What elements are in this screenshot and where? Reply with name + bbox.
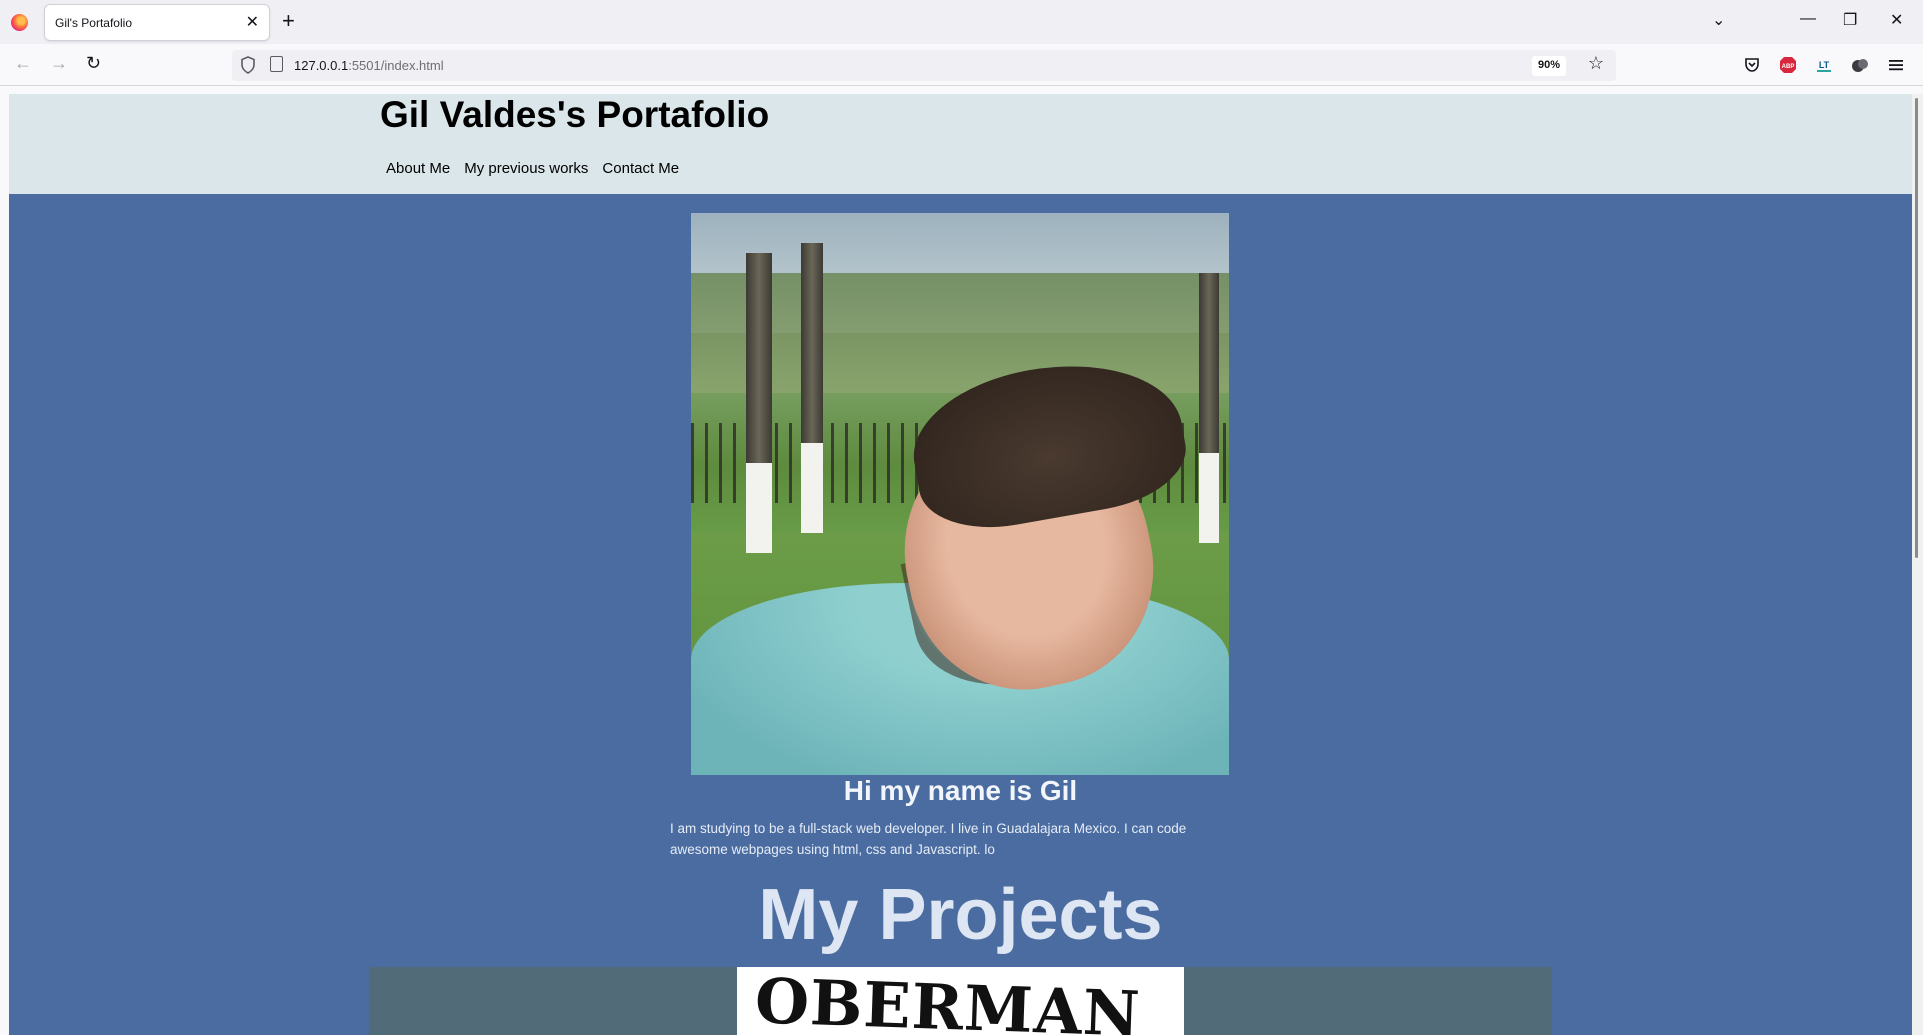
project-card[interactable]: OBERMAN <box>369 967 1552 1035</box>
site-header: Gil Valdes's Portafolio About Me My prev… <box>9 94 1912 194</box>
reload-icon[interactable]: ↻ <box>86 53 101 74</box>
tab-strip: Gil's Portafolio ✕ + ⌄ — ❐ ✕ <box>0 0 1923 44</box>
chevron-down-icon[interactable]: ⌄ <box>1712 10 1725 30</box>
project-image[interactable]: OBERMAN <box>737 967 1184 1035</box>
tab-active[interactable]: Gil's Portafolio ✕ <box>45 5 269 40</box>
firefox-logo-icon[interactable] <box>11 14 28 31</box>
svg-text:ABP: ABP <box>1782 64 1795 70</box>
forward-icon[interactable]: → <box>50 53 68 74</box>
scrollbar[interactable] <box>1912 94 1923 1035</box>
bio-paragraph: I am studying to be a full-stack web dev… <box>670 821 1187 857</box>
scrollbar-thumb[interactable] <box>1915 98 1918 558</box>
minimize-icon[interactable]: — <box>1800 10 1816 28</box>
shield-icon[interactable] <box>240 56 256 74</box>
back-icon[interactable]: ← <box>14 53 32 74</box>
site-title: Gil Valdes's Portafolio <box>380 94 770 135</box>
url-text[interactable]: 127.0.0.1:5501/index.html <box>294 58 444 73</box>
page-icon <box>270 56 283 72</box>
nav-link-about[interactable]: About Me <box>386 160 450 177</box>
restore-icon[interactable]: ❐ <box>1843 10 1857 30</box>
extension-icon[interactable]: LT <box>1815 56 1833 74</box>
page-viewport: Gil Valdes's Portafolio About Me My prev… <box>9 94 1912 1035</box>
project-image-text: OBERMAN <box>753 967 1142 1035</box>
nav-link-contact[interactable]: Contact Me <box>602 160 679 177</box>
nav-toolbar: ← → ↻ 127.0.0.1:5501/index.html 90% ☆ AB… <box>0 44 1923 86</box>
close-tab-icon[interactable]: ✕ <box>246 12 259 32</box>
site-nav: About Me My previous works Contact Me <box>386 160 693 177</box>
adblock-icon[interactable]: ABP <box>1779 56 1797 74</box>
star-icon[interactable]: ☆ <box>1588 53 1604 74</box>
tab-title: Gil's Portafolio <box>55 16 132 30</box>
svg-text:LT: LT <box>1819 60 1830 70</box>
pocket-icon[interactable] <box>1743 56 1761 74</box>
zoom-level-badge[interactable]: 90% <box>1531 56 1566 76</box>
url-bar[interactable]: 127.0.0.1:5501/index.html 90% ☆ <box>232 50 1616 81</box>
window-close-icon[interactable]: ✕ <box>1890 10 1903 30</box>
menu-icon[interactable] <box>1887 56 1905 74</box>
nav-link-previous-works[interactable]: My previous works <box>464 160 588 177</box>
account-icon[interactable] <box>1851 56 1869 74</box>
projects-heading: My Projects <box>758 875 1163 955</box>
new-tab-icon[interactable]: + <box>282 8 295 34</box>
greeting-heading: Hi my name is Gil <box>843 775 1078 806</box>
profile-photo <box>691 213 1229 775</box>
